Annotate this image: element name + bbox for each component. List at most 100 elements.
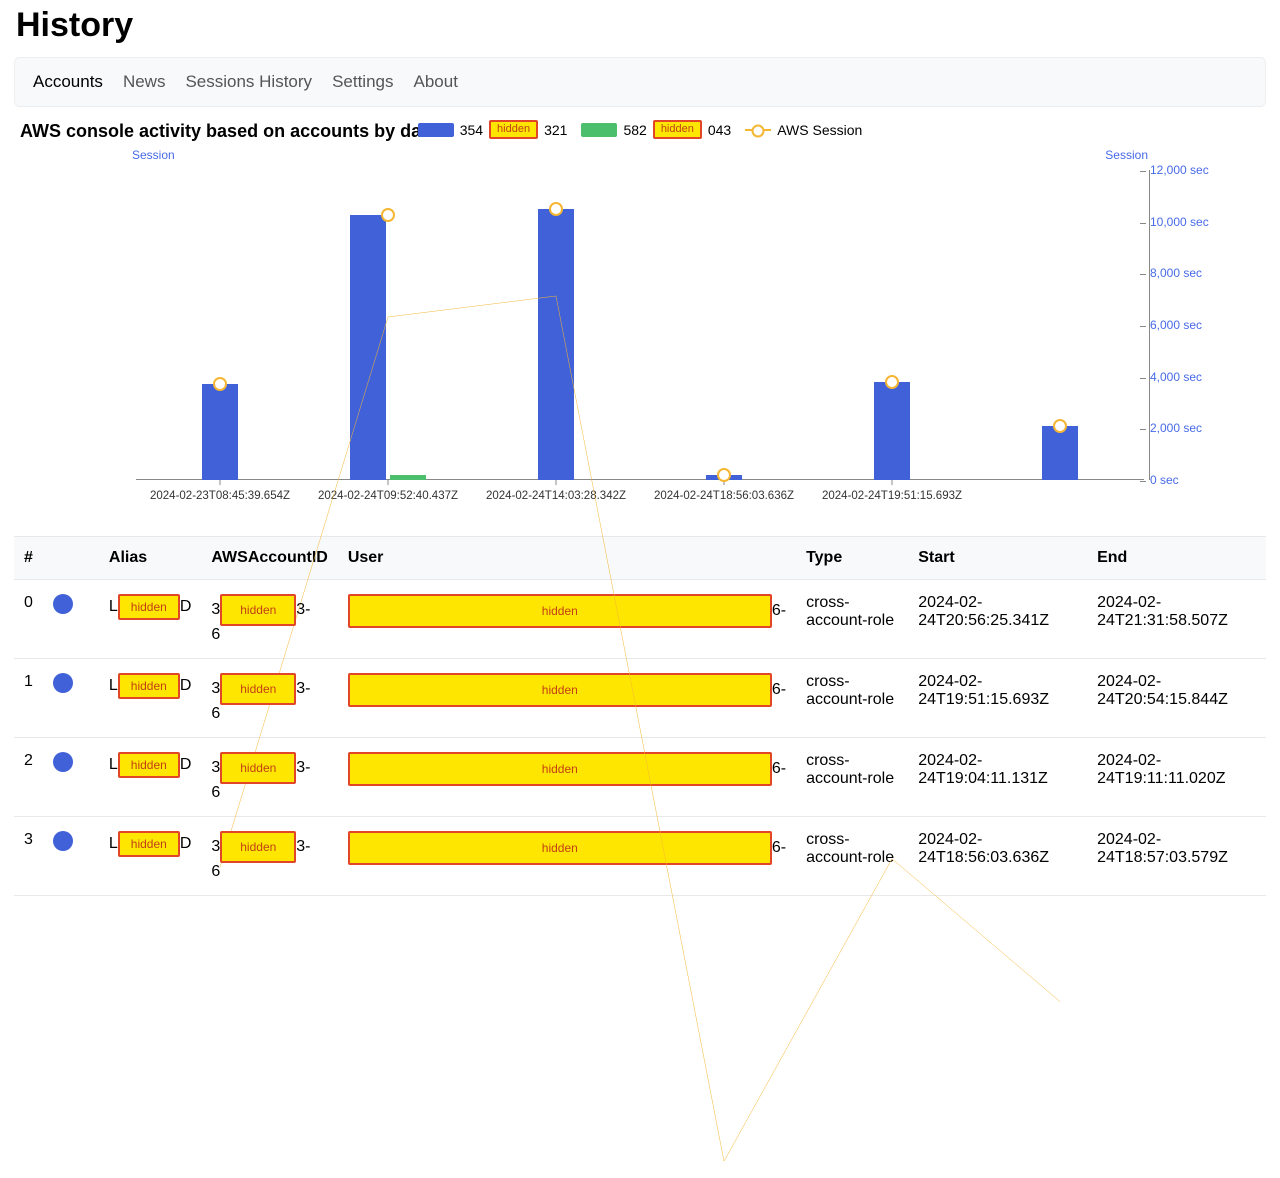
aws-activity-chart: 354hidden321 582hidden043 AWS Session Se… (14, 120, 1266, 510)
cell-index: 2 (14, 738, 43, 817)
tab-bar: Accounts News Sessions History Settings … (14, 57, 1266, 107)
cell-color (43, 817, 99, 896)
line-point[interactable] (1053, 419, 1067, 433)
table-row[interactable]: 0LhiddenD3hidden3-6hidden6-cross-account… (14, 580, 1266, 659)
col-start[interactable]: Start (908, 537, 1087, 580)
y-tick: 2,000 sec (1150, 421, 1224, 435)
hidden-alias: hidden (118, 673, 180, 699)
bar-account-1[interactable] (350, 215, 386, 480)
table-row[interactable]: 2LhiddenD3hidden3-6hidden6-cross-account… (14, 738, 1266, 817)
chart-legend: 354hidden321 582hidden043 AWS Session (14, 120, 1266, 139)
hidden-account: hidden (220, 594, 296, 626)
bar-account-1[interactable] (1042, 426, 1078, 480)
cell-index: 0 (14, 580, 43, 659)
line-point[interactable] (549, 202, 563, 216)
line-marker-icon (745, 129, 771, 131)
table-row[interactable]: 3 LhiddenD3hidden3-6hidden6-cross-account… (14, 817, 1266, 896)
cell-account-id: 3hidden3-6 (201, 817, 337, 896)
legend-account-2-hidden: hidden (653, 120, 702, 139)
y-tick: 4,000 sec (1150, 370, 1224, 384)
page-title: History (16, 6, 1266, 45)
cell-end: 2024-02-24T18:57:03.579Z (1087, 817, 1266, 896)
x-tick-label: 2024-02-24T14:03:28.342Z (486, 490, 626, 502)
cell-user: hidden6- (338, 817, 796, 896)
cell-type: cross-account-role (796, 817, 908, 896)
legend-aws-session-label: AWS Session (777, 122, 862, 138)
legend-aws-session[interactable]: AWS Session (745, 122, 862, 138)
x-tick-label: 2024-02-23T08:45:39.654Z (150, 490, 290, 502)
tab-about[interactable]: About (414, 72, 458, 92)
col-end[interactable]: End (1087, 537, 1266, 580)
swatch-blue-icon (418, 123, 454, 137)
legend-account-1-suffix: 321 (544, 122, 567, 138)
y-tick: 0 sec (1150, 473, 1224, 487)
col-color[interactable] (43, 537, 99, 580)
line-point[interactable] (717, 468, 731, 482)
hidden-user: hidden (348, 752, 772, 786)
left-axis-label: Session (132, 148, 175, 162)
plot-area: 0 sec2,000 sec4,000 sec6,000 sec8,000 se… (136, 170, 1144, 480)
cell-user: hidden6- (338, 580, 796, 659)
x-tick-label: 2024-02-24T18:56:03.636Z (654, 490, 794, 502)
hidden-user: hidden (348, 594, 772, 628)
cell-color (43, 738, 99, 817)
legend-account-2[interactable]: 582hidden043 (581, 120, 731, 139)
tab-accounts[interactable]: Accounts (33, 72, 103, 92)
legend-account-1-prefix: 354 (460, 122, 483, 138)
legend-account-1-hidden: hidden (489, 120, 538, 139)
line-point[interactable] (885, 375, 899, 389)
cell-color (43, 659, 99, 738)
chart-column: 2024-02-23T08:45:39.654Z (136, 170, 304, 480)
cell-type: cross-account-role (796, 738, 908, 817)
hidden-account: hidden (220, 831, 296, 863)
y-tick: 8,000 sec (1150, 266, 1224, 280)
col-user[interactable]: User (338, 537, 796, 580)
cell-user: hidden6- (338, 659, 796, 738)
chart-columns: 2024-02-23T08:45:39.654Z2024-02-24T09:52… (136, 170, 1144, 480)
bar-account-1[interactable] (874, 382, 910, 480)
hidden-account: hidden (220, 673, 296, 705)
col-type[interactable]: Type (796, 537, 908, 580)
col-alias[interactable]: Alias (99, 537, 201, 580)
tab-news[interactable]: News (123, 72, 166, 92)
bar-account-2[interactable] (390, 475, 426, 480)
table-row[interactable]: 1LhiddenD3hidden3-6hidden6-cross-account… (14, 659, 1266, 738)
col-index[interactable]: # (14, 537, 43, 580)
tab-settings[interactable]: Settings (332, 72, 393, 92)
x-tick-label: 2024-02-24T19:51:15.693Z (822, 490, 962, 502)
legend-account-2-prefix: 582 (623, 122, 646, 138)
y-tick: 10,000 sec (1150, 215, 1224, 229)
hidden-user: hidden (348, 673, 772, 707)
hidden-alias: hidden (118, 752, 180, 778)
cell-end: 2024-02-24T20:54:15.844Z (1087, 659, 1266, 738)
dot-blue-icon (53, 831, 73, 851)
hidden-alias: hidden (118, 594, 180, 620)
legend-account-1[interactable]: 354 hidden 321 (418, 120, 568, 139)
cell-index: 1 (14, 659, 43, 738)
bar-account-1[interactable] (538, 209, 574, 480)
cell-index: 3 (14, 817, 43, 896)
hidden-account: hidden (220, 752, 296, 784)
cell-start: 2024-02-24T19:51:15.693Z (908, 659, 1087, 738)
chart-column: 2024-02-24T18:56:03.636Z (640, 170, 808, 480)
line-point[interactable] (213, 377, 227, 391)
cell-end: 2024-02-24T21:31:58.507Z (1087, 580, 1266, 659)
cell-alias: LhiddenD (99, 817, 201, 896)
cell-account-id: 3hidden3-6 (201, 659, 337, 738)
cell-type: cross-account-role (796, 580, 908, 659)
cell-alias: LhiddenD (99, 580, 201, 659)
dot-blue-icon (53, 594, 73, 614)
col-awsaccountid[interactable]: AWSAccountID (201, 537, 337, 580)
right-axis-label: Session (1105, 148, 1148, 162)
dot-blue-icon (53, 752, 73, 772)
hidden-user: hidden (348, 831, 772, 865)
cell-start: 2024-02-24T20:56:25.341Z (908, 580, 1087, 659)
y-tick: 12,000 sec (1150, 163, 1224, 177)
chart-column: 2024-02-24T14:03:28.342Z (472, 170, 640, 480)
bar-account-1[interactable] (202, 384, 238, 480)
line-point[interactable] (381, 208, 395, 222)
tab-sessions-history[interactable]: Sessions History (185, 72, 312, 92)
sessions-table: # Alias AWSAccountID User Type Start End… (14, 536, 1266, 896)
cell-type: cross-account-role (796, 659, 908, 738)
chart-column (976, 170, 1144, 480)
